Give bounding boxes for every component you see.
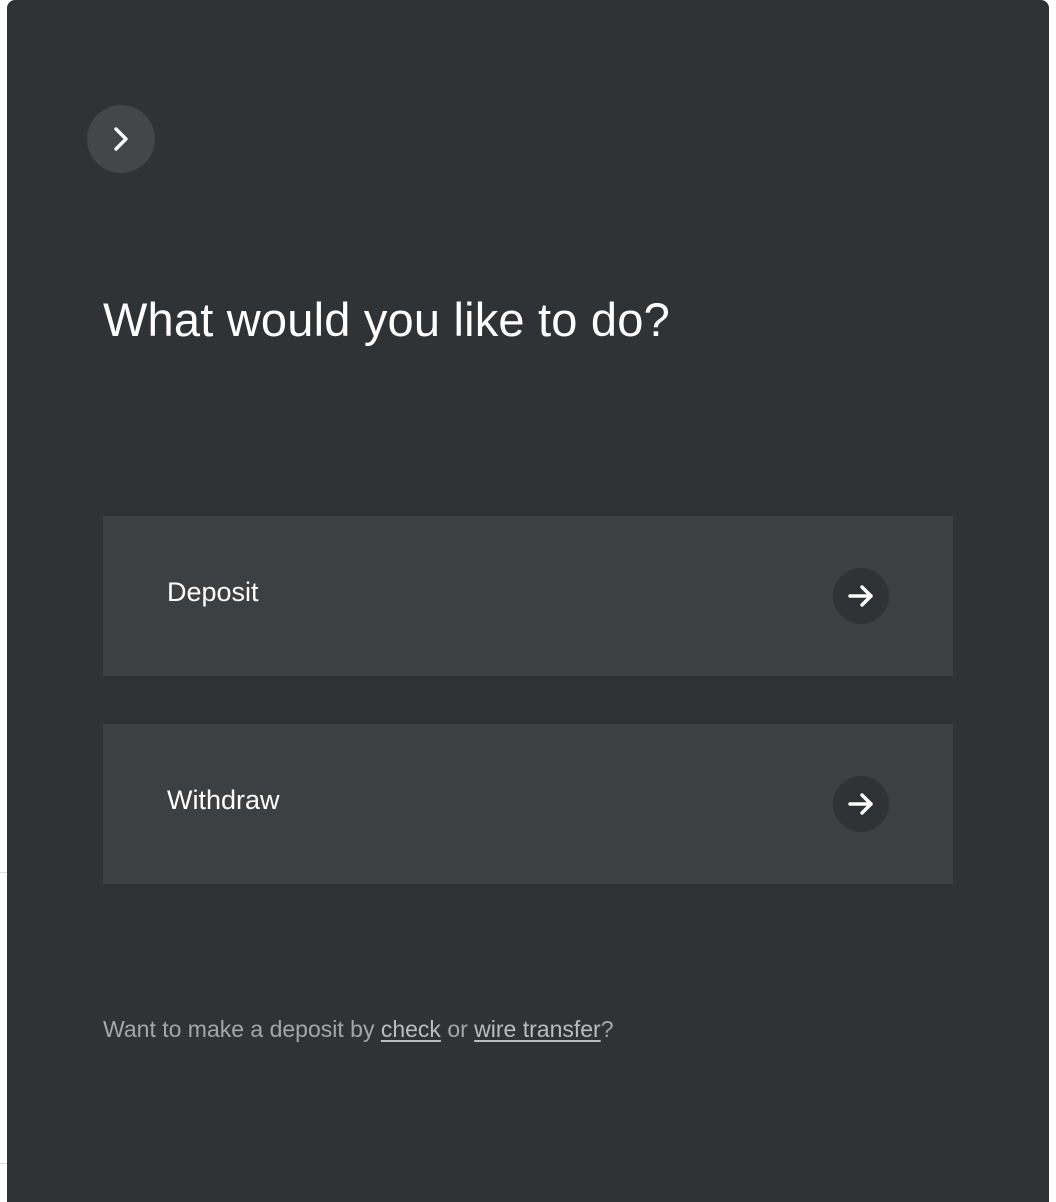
deposit-option-button[interactable]: Deposit — [103, 516, 953, 676]
action-panel: What would you like to do? Deposit Withd… — [7, 0, 1049, 1202]
note-text: or — [440, 1016, 475, 1042]
collapse-panel-button[interactable] — [87, 105, 155, 173]
arrow-right-icon — [833, 568, 889, 624]
withdraw-option-button[interactable]: Withdraw — [103, 724, 953, 884]
check-deposit-link[interactable]: check — [381, 1016, 441, 1042]
arrow-right-icon — [833, 776, 889, 832]
page-title: What would you like to do? — [103, 293, 670, 346]
chevron-right-icon — [114, 127, 128, 151]
option-label: Withdraw — [167, 785, 280, 815]
option-label: Deposit — [167, 577, 259, 607]
wire-transfer-link[interactable]: wire transfer — [474, 1016, 601, 1042]
note-text: ? — [600, 1016, 614, 1042]
deposit-methods-note: Want to make a deposit by check or wire … — [103, 1016, 614, 1043]
note-text: Want to make a deposit by — [103, 1016, 381, 1042]
